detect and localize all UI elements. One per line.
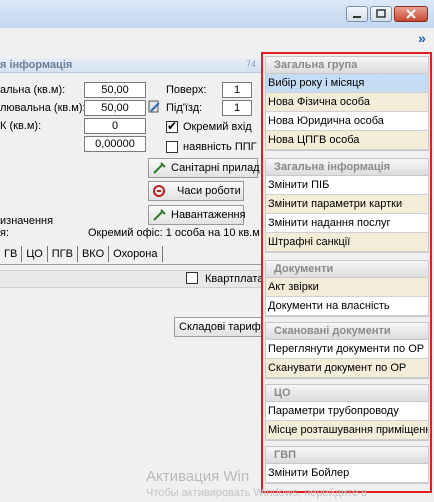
panel-header: я інформація 74 bbox=[0, 58, 262, 73]
sanitary-button-label: Санітарні прилад bbox=[171, 162, 260, 174]
hours-button-label: Часи роботи bbox=[177, 185, 241, 197]
menu-item-select-year-month[interactable]: Вибір року і місяця bbox=[266, 74, 428, 93]
quarterly-label: Квартплата bbox=[205, 273, 264, 285]
group-header: ЦО bbox=[266, 385, 428, 402]
close-icon bbox=[406, 9, 416, 19]
group-documents: Документи Акт звірки Документи на власні… bbox=[265, 260, 429, 317]
menu-item-change-services[interactable]: Змінити надання послуг bbox=[266, 214, 428, 233]
close-button[interactable] bbox=[394, 6, 428, 22]
toolbar bbox=[0, 28, 434, 48]
menu-item-scan-document[interactable]: Сканувати документ по ОР bbox=[266, 359, 428, 378]
group-scanned-docs: Скановані документи Переглянути документ… bbox=[265, 322, 429, 379]
activation-watermark-hint: Чтобы активировать Windows, перейдите в bbox=[146, 487, 368, 499]
menu-item-pipe-params[interactable]: Параметри трубопроводу bbox=[266, 402, 428, 421]
quarterly-checkbox[interactable] bbox=[186, 272, 198, 284]
actions-sidebar: Загальна група Вибір року і місяця Нова … bbox=[261, 52, 432, 493]
menu-item-penalties[interactable]: Штрафні санкції bbox=[266, 233, 428, 252]
group-header: Загальна група bbox=[266, 57, 428, 74]
group-header: ГВП bbox=[266, 447, 428, 464]
load-button-label: Навантаження bbox=[171, 209, 246, 221]
minimize-button[interactable] bbox=[346, 6, 368, 22]
title-bar bbox=[0, 0, 434, 28]
menu-item-change-boiler[interactable]: Змінити Бойлер bbox=[266, 464, 428, 483]
tab-vko[interactable]: ВКО bbox=[78, 246, 110, 262]
double-chevron-right-icon[interactable]: » bbox=[414, 30, 430, 46]
k-label: К (кв.м): bbox=[0, 120, 42, 132]
separate-entry-checkbox[interactable] bbox=[166, 119, 178, 133]
entrance-field[interactable]: 1 bbox=[222, 100, 252, 116]
group-header: Загальна інформація bbox=[266, 159, 428, 176]
menu-item-change-card-params[interactable]: Змінити параметри картки bbox=[266, 195, 428, 214]
panel-title: я інформація bbox=[0, 59, 73, 71]
heated-area-field[interactable]: 50,00 bbox=[84, 100, 146, 116]
floor-label: Поверх: bbox=[166, 84, 207, 96]
tariff-button[interactable]: Складові тарифу bbox=[174, 317, 266, 337]
office-text: Окремий офіс: 1 особа на 10 кв.м bbox=[88, 227, 260, 239]
maximize-button[interactable] bbox=[370, 6, 392, 22]
group-general: Загальна група Вибір року і місяця Нова … bbox=[265, 56, 429, 151]
k-field[interactable]: 0 bbox=[84, 118, 146, 134]
area-field[interactable]: 50,00 bbox=[84, 82, 146, 98]
load-button[interactable]: Навантаження bbox=[148, 205, 246, 225]
group-general-info: Загальна інформація Змінити ПІБ Змінити … bbox=[265, 158, 429, 253]
tab-divider bbox=[0, 264, 262, 265]
extra-field[interactable]: 0,00000 bbox=[84, 136, 146, 152]
wrench-icon bbox=[153, 209, 166, 221]
tab-ohorona[interactable]: Охорона bbox=[109, 246, 163, 262]
ppf-label: наявність ППГ bbox=[183, 141, 257, 153]
group-tso: ЦО Параметри трубопроводу Місце розташув… bbox=[265, 384, 429, 441]
entrance-label: Під'їзд: bbox=[166, 102, 203, 114]
wrench-icon bbox=[153, 162, 166, 174]
menu-item-ownership-docs[interactable]: Документи на власність bbox=[266, 297, 428, 316]
menu-item-change-name[interactable]: Змінити ПІБ bbox=[266, 176, 428, 195]
sanitary-button[interactable]: Санітарні прилад bbox=[148, 158, 260, 178]
minimize-icon bbox=[353, 16, 361, 18]
maximize-icon bbox=[376, 9, 386, 18]
hours-button[interactable]: Часи роботи bbox=[148, 181, 244, 201]
panel-counter: 74 bbox=[245, 59, 256, 69]
activation-watermark: Активация Win bbox=[146, 468, 250, 485]
menu-item-new-legal-entity[interactable]: Нова Юридична особа bbox=[266, 112, 428, 131]
group-header: Документи bbox=[266, 261, 428, 278]
floor-field[interactable]: 1 bbox=[222, 82, 252, 98]
area-label: альна (кв.м): bbox=[0, 84, 66, 96]
menu-item-room-location[interactable]: Місце розташування приміщення bbox=[266, 421, 428, 440]
separate-entry-label: Окремий вхід bbox=[183, 121, 252, 133]
group-gvp: ГВП Змінити Бойлер bbox=[265, 446, 429, 484]
arrows-icon bbox=[153, 185, 165, 197]
entrance-icon[interactable] bbox=[148, 100, 162, 117]
info-label: я: bbox=[0, 227, 10, 239]
menu-item-view-scanned[interactable]: Переглянути документи по ОР bbox=[266, 340, 428, 359]
purpose-label: изначення bbox=[0, 215, 54, 227]
tab-tso[interactable]: ЦО bbox=[22, 246, 48, 262]
ppf-checkbox[interactable] bbox=[166, 141, 178, 153]
tab-pgv[interactable]: ПГВ bbox=[48, 246, 78, 262]
menu-item-new-cpgv[interactable]: Нова ЦПГВ особа bbox=[266, 131, 428, 150]
heated-area-label: лювальна (кв.м): bbox=[0, 102, 86, 114]
menu-item-reconciliation-act[interactable]: Акт звірки bbox=[266, 278, 428, 297]
menu-item-new-individual[interactable]: Нова Фізична особа bbox=[266, 93, 428, 112]
group-header: Скановані документи bbox=[266, 323, 428, 340]
tab-gv[interactable]: ГВ bbox=[0, 246, 23, 262]
tab-strip: ГВ ЦО ПГВ ВКО Охорона bbox=[0, 246, 163, 264]
